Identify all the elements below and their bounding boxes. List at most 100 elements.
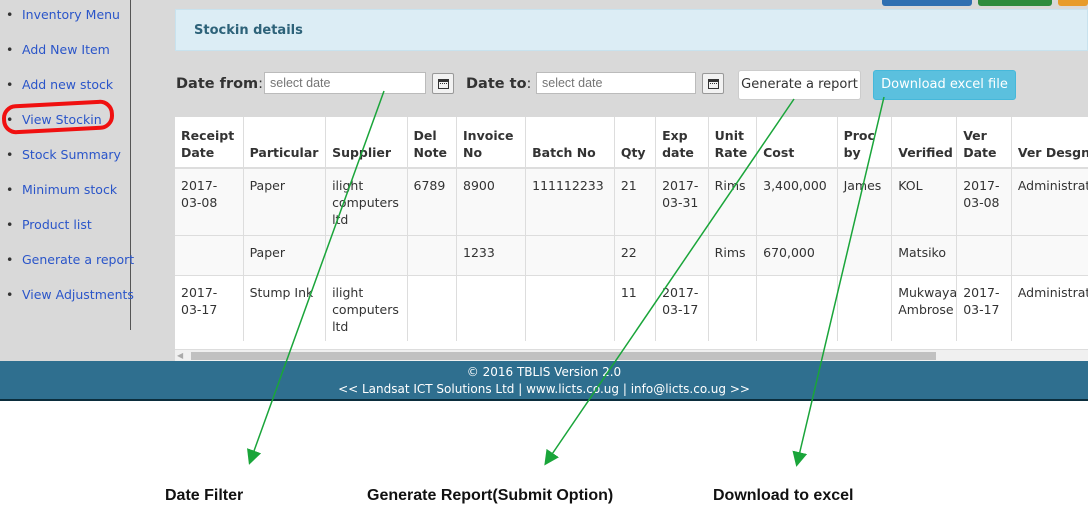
date-from-label: Date from: (176, 76, 264, 92)
sidebar: • Inventory Menu • Add New Item • Add ne… (0, 0, 134, 330)
column-header: Del Note (407, 117, 458, 169)
date-to-input[interactable] (536, 72, 696, 94)
table-cell (175, 234, 244, 275)
table-cell: Mukwaya Ambrose (891, 274, 958, 341)
calendar-icon (438, 79, 449, 89)
column-header: Verified (891, 117, 958, 169)
table-cell: Matsiko (891, 234, 958, 275)
bullet-icon: • (6, 217, 14, 232)
table-cell: 11 (614, 274, 657, 341)
bullet-icon: • (6, 77, 14, 92)
bullet-icon: • (6, 147, 14, 162)
highlight-circle (1, 99, 115, 135)
main-content: Stockin details Date from: Date to: Gene… (131, 0, 1088, 361)
annotation-download-excel: Download to excel (713, 487, 854, 504)
table-cell (756, 274, 838, 341)
table-cell: Stump Ink (243, 274, 327, 341)
table-cell: Rims (708, 167, 758, 235)
date-from-calendar-button[interactable] (432, 73, 454, 94)
details-panel: Stockin details (175, 9, 1088, 51)
panel-title: Stockin details (194, 23, 303, 38)
table-cell: 6789 (407, 167, 458, 235)
app-window: • Inventory Menu • Add New Item • Add ne… (0, 0, 1088, 401)
table-cell: Administrator (1011, 274, 1088, 341)
table-cell (407, 274, 458, 341)
table-cell: 2017-03-08 (956, 167, 1012, 235)
date-from-input[interactable] (264, 72, 426, 94)
bullet-icon: • (6, 7, 14, 22)
sidebar-item-add-new-item[interactable]: • Add New Item (6, 42, 134, 77)
footer-copyright: © 2016 TBLIS Version 2.0 (466, 365, 622, 379)
table-cell (837, 234, 893, 275)
table-cell: 111112233 (525, 167, 615, 235)
column-header: Ver Date (956, 117, 1012, 169)
table-cell (325, 234, 408, 275)
download-excel-button[interactable]: Download excel file (873, 70, 1016, 100)
generate-report-button[interactable]: Generate a report (738, 70, 861, 100)
column-header: Supplier (325, 117, 408, 169)
column-header: Particular (243, 117, 327, 169)
table-cell: Rims (708, 234, 758, 275)
sidebar-item-view-adjustments[interactable]: • View Adjustments (6, 287, 134, 322)
annotation-date-filter: Date Filter (165, 487, 244, 504)
table-cell (708, 274, 758, 341)
bullet-icon: • (6, 287, 14, 302)
table-cell (956, 234, 1012, 275)
scrollbar-thumb[interactable] (191, 352, 936, 360)
table-cell (837, 274, 893, 341)
footer: © 2016 TBLIS Version 2.0 << Landsat ICT … (0, 361, 1088, 401)
filter-bar: Date from: Date to: Generate a report Do… (176, 70, 1086, 100)
bullet-icon: • (6, 252, 14, 267)
table-cell: 3,400,000 (756, 167, 838, 235)
table-row: 2017-03-08 Paper ilight computers ltd 6789 8… (175, 167, 1088, 235)
table-cell: Paper (243, 167, 327, 235)
table-row: Paper 1233 22 Rims 670,000 Matsiko (175, 234, 1088, 275)
table-cell: ilight computers ltd (325, 274, 408, 341)
table-cell (456, 274, 527, 341)
bullet-icon: • (6, 182, 14, 197)
sidebar-item-generate-report[interactable]: • Generate a report (6, 252, 134, 287)
table-cell: 2017-03-17 (175, 274, 244, 341)
horizontal-scrollbar[interactable]: ◀ (175, 349, 1088, 361)
table-cell: 2017-03-08 (175, 167, 244, 235)
table-cell: James (837, 167, 893, 235)
stockin-table: Receipt Date Particular Supplier Del Note In… (175, 117, 1088, 341)
table-cell: Administrator (1011, 167, 1088, 235)
column-header: Receipt Date (175, 117, 244, 169)
table-cell: ilight computers ltd (325, 167, 408, 235)
table-row: 2017-03-17 Stump Ink ilight computers ltd 1… (175, 274, 1088, 341)
table-cell: 8900 (456, 167, 527, 235)
table-cell: 2017-03-17 (956, 274, 1012, 341)
column-header: Invoice No (456, 117, 527, 169)
bullet-icon: • (6, 42, 14, 57)
table-cell: 670,000 (756, 234, 838, 275)
column-header: Qty (614, 117, 657, 169)
table-cell: KOL (891, 167, 958, 235)
date-to-calendar-button[interactable] (702, 73, 724, 94)
table-cell: 21 (614, 167, 657, 235)
table-cell (655, 234, 709, 275)
table-cell: 2017-03-31 (655, 167, 709, 235)
sidebar-item-product-list[interactable]: • Product list (6, 217, 134, 252)
column-header: Ver Desgn (1011, 117, 1088, 169)
column-header: Unit Rate (708, 117, 758, 169)
table-cell: 1233 (456, 234, 527, 275)
sidebar-item-inventory-menu[interactable]: • Inventory Menu (6, 7, 134, 42)
table-cell: 2017-03-17 (655, 274, 709, 341)
column-header: Proc by (837, 117, 893, 169)
table-cell: Paper (243, 234, 327, 275)
table-cell: 22 (614, 234, 657, 275)
date-to-label: Date to: (466, 76, 532, 92)
table-cell (1011, 234, 1088, 275)
calendar-icon (708, 79, 719, 89)
sidebar-item-minimum-stock[interactable]: • Minimum stock (6, 182, 134, 217)
annotation-generate-report: Generate Report(Submit Option) (367, 487, 614, 504)
column-header: Cost (756, 117, 838, 169)
sidebar-item-stock-summary[interactable]: • Stock Summary (6, 147, 134, 182)
column-header: Batch No (525, 117, 615, 169)
column-header: Exp date (655, 117, 709, 169)
table-cell (525, 274, 615, 341)
stockin-table-container: Receipt Date Particular Supplier Del Note In… (175, 117, 1088, 349)
sidebar-menu: • Inventory Menu • Add New Item • Add ne… (6, 7, 134, 322)
table-cell (407, 234, 458, 275)
